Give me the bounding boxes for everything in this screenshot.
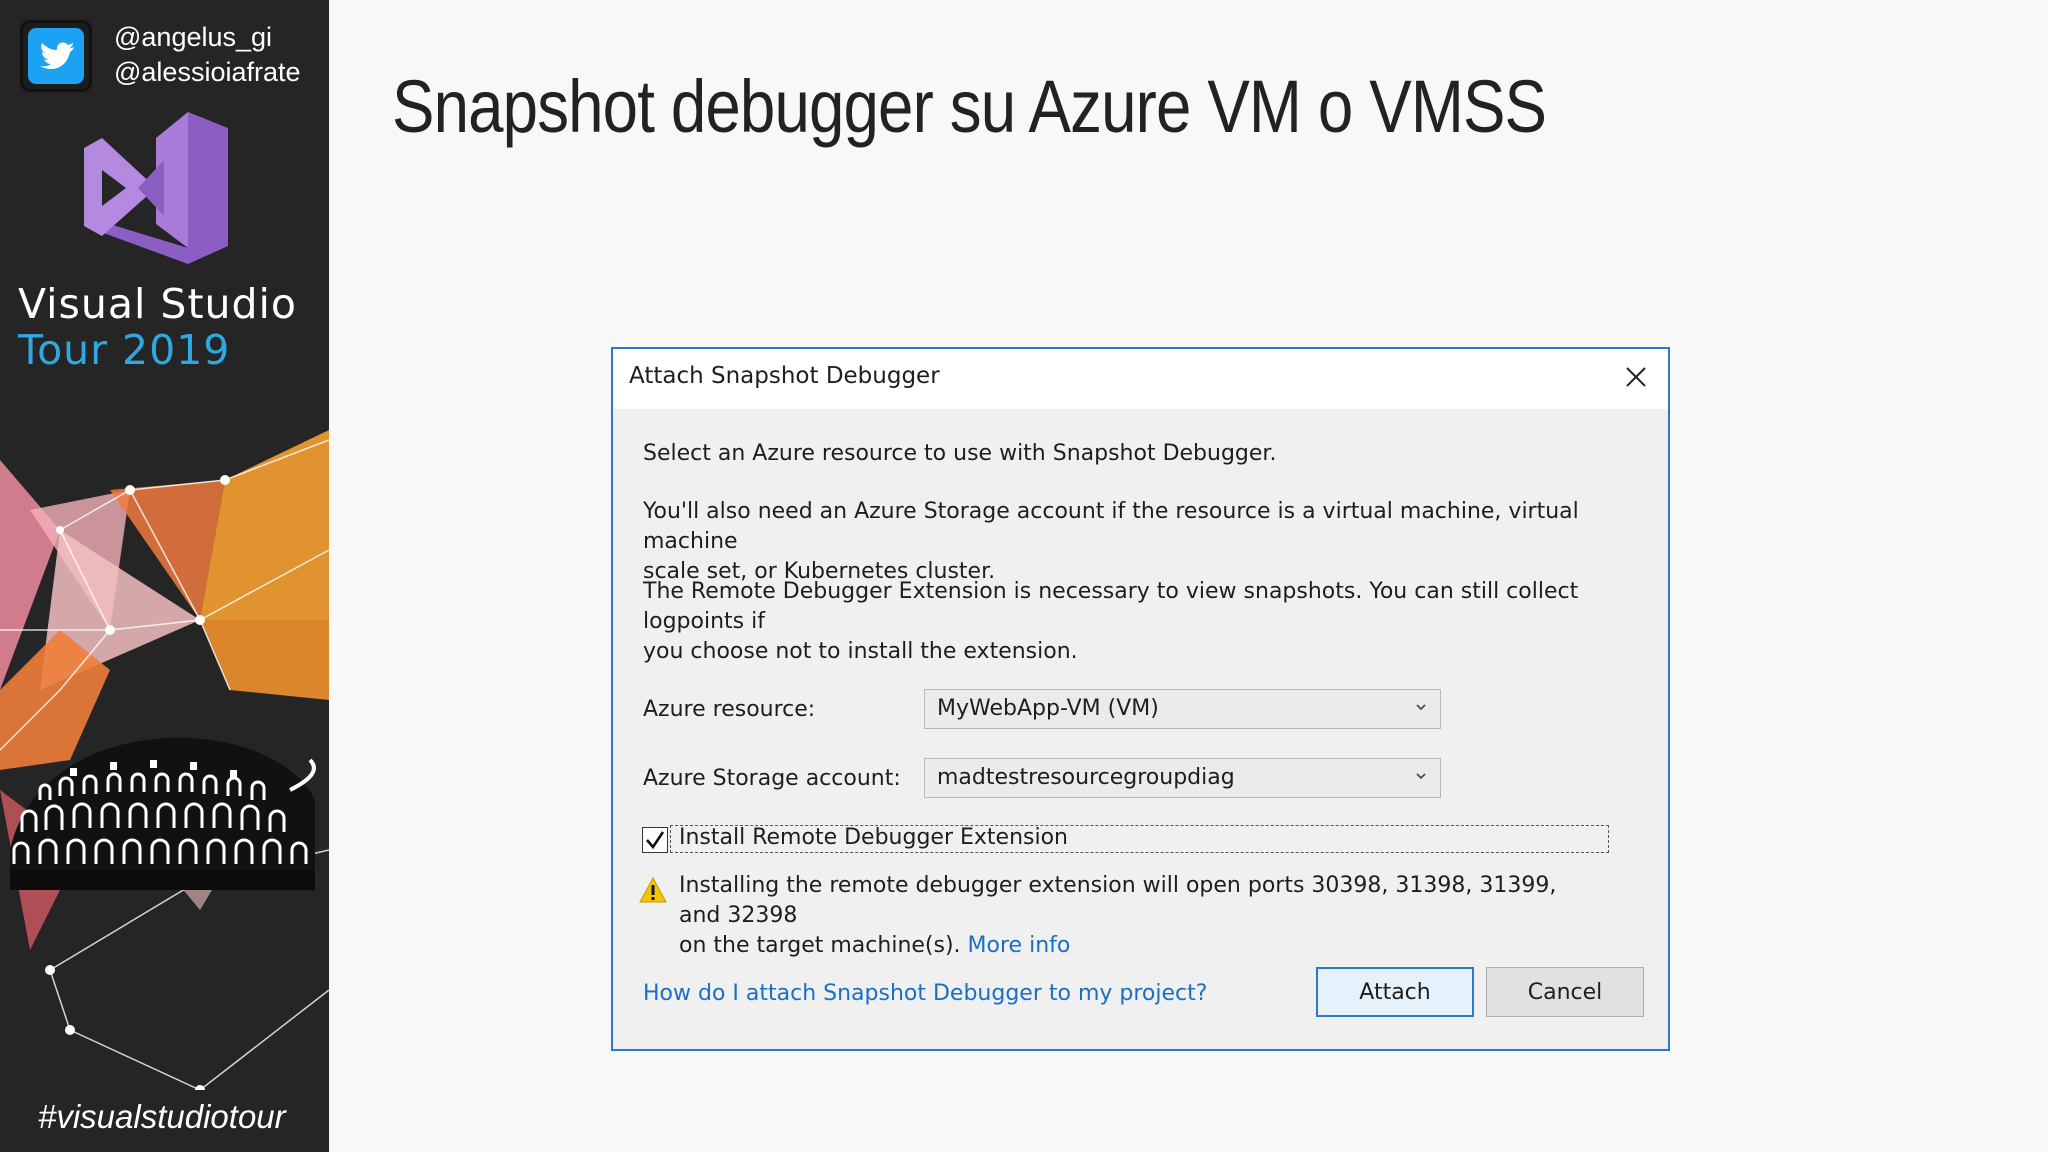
close-button[interactable] xyxy=(1618,359,1654,395)
more-info-link[interactable]: More info xyxy=(968,933,1071,958)
install-extension-checkbox[interactable] xyxy=(642,827,668,853)
attach-button[interactable]: Attach xyxy=(1316,967,1474,1017)
storage-account-dropdown[interactable]: madtestresourcegroupdiag xyxy=(924,758,1441,798)
twitter-handle-2: @alessioiafrate xyxy=(114,57,301,87)
cancel-button[interactable]: Cancel xyxy=(1486,967,1644,1017)
twitter-icon xyxy=(28,28,84,84)
event-sidebar: @angelus_gi @alessioiafrate Visual Studi… xyxy=(0,0,329,1152)
dialog-title: Attach Snapshot Debugger xyxy=(629,363,940,389)
attach-snapshot-debugger-dialog: Attach Snapshot Debugger Select an Azure… xyxy=(611,347,1670,1051)
close-icon xyxy=(1626,367,1646,387)
warning-line-2: on the target machine(s). More info xyxy=(679,931,1599,961)
event-hashtag: #visualstudiotour xyxy=(38,1098,286,1135)
colosseum-artwork xyxy=(0,430,329,1095)
chevron-down-icon xyxy=(1416,704,1426,711)
azure-resource-value: MyWebApp-VM (VM) xyxy=(937,696,1159,721)
warning-text: Installing the remote debugger extension… xyxy=(679,871,1599,961)
storage-account-label: Azure Storage account: xyxy=(643,766,901,791)
storage-note-line-1: You'll also need an Azure Storage accoun… xyxy=(643,499,1579,554)
slide-title: Snapshot debugger su Azure VM o VMSS xyxy=(392,65,1547,148)
help-link[interactable]: How do I attach Snapshot Debugger to my … xyxy=(643,981,1207,1006)
event-title: Visual Studio xyxy=(18,280,298,328)
storage-note: You'll also need an Azure Storage accoun… xyxy=(643,497,1643,587)
azure-resource-dropdown[interactable]: MyWebApp-VM (VM) xyxy=(924,689,1441,729)
dialog-titlebar: Attach Snapshot Debugger xyxy=(613,349,1668,409)
twitter-handles: @angelus_gi @alessioiafrate xyxy=(114,20,301,90)
warning-line-1: Installing the remote debugger extension… xyxy=(679,873,1557,928)
extension-note-line-2: you choose not to install the extension. xyxy=(643,639,1078,664)
storage-account-value: madtestresourcegroupdiag xyxy=(937,765,1235,790)
azure-resource-label: Azure resource: xyxy=(643,697,816,722)
extension-note: The Remote Debugger Extension is necessa… xyxy=(643,577,1643,667)
twitter-logo xyxy=(20,20,92,92)
twitter-handle-1: @angelus_gi xyxy=(114,22,273,52)
warning-icon xyxy=(639,876,667,907)
event-subtitle: Tour 2019 xyxy=(18,326,231,374)
intro-text: Select an Azure resource to use with Sna… xyxy=(643,441,1277,466)
checkmark-icon xyxy=(646,831,665,850)
warning-line-2-text: on the target machine(s). xyxy=(679,933,961,958)
extension-note-line-1: The Remote Debugger Extension is necessa… xyxy=(643,579,1579,634)
install-extension-label[interactable]: Install Remote Debugger Extension xyxy=(679,825,1068,850)
visual-studio-logo-icon xyxy=(80,108,230,273)
chevron-down-icon xyxy=(1416,773,1426,780)
